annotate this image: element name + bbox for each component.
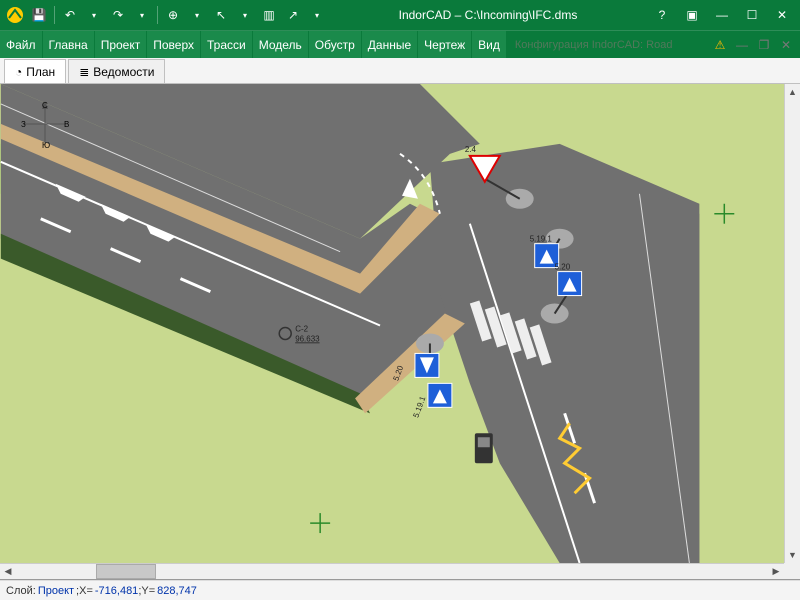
quick-access-toolbar: 💾 ↶ ▾ ↷ ▾ ⊕ ▾ ↖ ▾ ▥ ↗ ▾ <box>4 4 328 26</box>
tab-reports[interactable]: ≣ Ведомости <box>68 59 165 83</box>
plan-icon: ◔ <box>15 65 22 79</box>
menu-furniture[interactable]: Обустр <box>309 31 362 58</box>
reports-icon: ≣ <box>79 65 89 79</box>
cursor-more[interactable]: ▾ <box>234 4 256 26</box>
tab-reports-label: Ведомости <box>93 65 154 79</box>
status-y-value: 828,747 <box>157 585 197 597</box>
save-button[interactable]: 💾 <box>28 4 50 26</box>
menu-project[interactable]: Проект <box>95 31 148 58</box>
help-button[interactable]: ? <box>648 4 676 26</box>
scroll-left-icon[interactable]: ◀ <box>0 564 16 579</box>
document-tabs: ◔ План ≣ Ведомости <box>0 58 800 84</box>
compass: С Ю З В <box>20 99 70 149</box>
window-buttons: ? ▣ — ☐ ✕ <box>648 4 796 26</box>
mdi-close[interactable]: ✕ <box>778 37 794 53</box>
sign-r1-label: 5.19.1 <box>530 235 553 244</box>
menu-view[interactable]: Вид <box>472 31 507 58</box>
scrollbar-vertical[interactable]: ▲ ▼ <box>784 84 800 563</box>
tab-plan-label: План <box>26 65 55 79</box>
titlebar: 💾 ↶ ▾ ↷ ▾ ⊕ ▾ ↖ ▾ ▥ ↗ ▾ IndorCAD – C:\In… <box>0 0 800 30</box>
menu-surface[interactable]: Поверх <box>147 31 201 58</box>
viewport[interactable]: 2.4 5.19.1 5.20 5.20 5.19.1 С-2 96.633 <box>0 84 784 563</box>
tab-plan[interactable]: ◔ План <box>4 59 66 83</box>
statusbar: Слой: Проект ; X= -716,481 ; Y= 828,747 <box>0 580 800 600</box>
status-y-label: Y= <box>141 585 155 597</box>
status-x-label: X= <box>79 585 93 597</box>
plan-canvas[interactable]: 2.4 5.19.1 5.20 5.20 5.19.1 С-2 96.633 <box>0 84 800 580</box>
menu-file[interactable]: Файл <box>0 31 43 58</box>
snap-more[interactable]: ▾ <box>186 4 208 26</box>
ribbon-toggle-button[interactable]: ▣ <box>678 4 706 26</box>
snap-tool-icon[interactable]: ⊕ <box>162 4 184 26</box>
window-title: IndorCAD – C:\Incoming\IFC.dms <box>328 8 648 22</box>
scroll-thumb[interactable] <box>96 564 156 579</box>
minimize-button[interactable]: — <box>708 4 736 26</box>
svg-text:В: В <box>64 120 69 129</box>
mdi-restore[interactable]: ❐ <box>756 37 772 53</box>
redo-button[interactable]: ↷ <box>107 4 129 26</box>
scroll-right-icon[interactable]: ▶ <box>768 564 784 579</box>
well-label-2: 96.633 <box>295 334 320 343</box>
status-layer-label: Слой: <box>6 585 36 597</box>
scroll-down-icon[interactable]: ▼ <box>785 547 800 563</box>
ribbon-tabs: Файл Главна Проект Поверх Трасси Модель … <box>0 30 800 58</box>
grid-tool-icon[interactable]: ▥ <box>258 4 280 26</box>
menu-main[interactable]: Главна <box>43 31 95 58</box>
config-label: Конфигурация IndorCAD: Road <box>507 31 712 58</box>
sign-yield-label: 2.4 <box>465 145 477 154</box>
scroll-corner <box>784 563 800 579</box>
maximize-button[interactable]: ☐ <box>738 4 766 26</box>
menu-model[interactable]: Модель <box>253 31 309 58</box>
menu-alignment[interactable]: Трасси <box>201 31 253 58</box>
redo-more[interactable]: ▾ <box>131 4 153 26</box>
pointer-icon[interactable]: ↗ <box>282 4 304 26</box>
status-layer-value: Проект <box>38 585 74 597</box>
sign-r2-label: 5.20 <box>555 263 571 272</box>
svg-text:Ю: Ю <box>42 141 50 149</box>
undo-button[interactable]: ↶ <box>59 4 81 26</box>
cursor-icon[interactable]: ↖ <box>210 4 232 26</box>
well-label-1: С-2 <box>295 324 308 333</box>
warn-icon[interactable]: ⚠ <box>712 37 728 53</box>
road-drawing: 2.4 5.19.1 5.20 5.20 5.19.1 С-2 96.633 <box>0 84 784 563</box>
undo-more[interactable]: ▾ <box>83 4 105 26</box>
svg-text:С: С <box>42 101 48 110</box>
mdi-minimize[interactable]: — <box>734 37 750 53</box>
mdi-controls: ⚠ — ❐ ✕ <box>712 31 800 58</box>
qat-customize[interactable]: ▾ <box>306 4 328 26</box>
scroll-up-icon[interactable]: ▲ <box>785 84 800 100</box>
app-logo[interactable] <box>4 4 26 26</box>
sign-l2-label: 5.19.1 <box>411 395 427 419</box>
svg-text:З: З <box>21 120 26 129</box>
status-x-value: -716,481 <box>95 585 138 597</box>
menu-drawing[interactable]: Чертеж <box>418 31 472 58</box>
close-button[interactable]: ✕ <box>768 4 796 26</box>
menu-data[interactable]: Данные <box>362 31 418 58</box>
scrollbar-horizontal[interactable]: ◀ ▶ <box>0 563 784 579</box>
